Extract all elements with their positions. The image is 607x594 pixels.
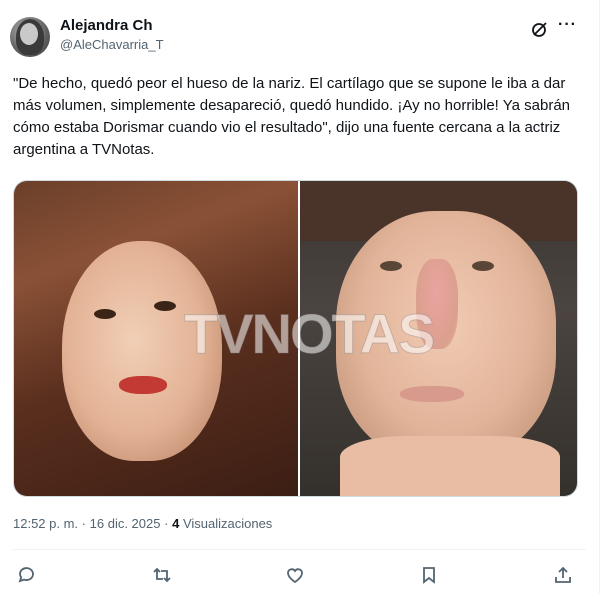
- tweet-time[interactable]: 12:52 p. m.: [13, 516, 78, 531]
- grok-icon[interactable]: [531, 20, 549, 43]
- tweet-text: "De hecho, quedó peor el hueso de la nar…: [13, 75, 570, 158]
- like-icon[interactable]: [285, 565, 305, 585]
- tweet-meta: 12:52 p. m. · 16 dic. 2025 · 4 Visualiza…: [13, 516, 272, 531]
- author-handle[interactable]: @AleChavarria_T: [60, 37, 164, 52]
- share-icon[interactable]: [553, 565, 573, 585]
- author-name[interactable]: Alejandra Ch: [60, 17, 153, 34]
- meta-separator: ·: [164, 516, 169, 531]
- avatar[interactable]: [10, 17, 50, 57]
- views-count: 4: [172, 516, 180, 531]
- tweet-media[interactable]: TVNOTAS: [13, 180, 578, 497]
- tweet-date[interactable]: 16 dic. 2025: [90, 516, 161, 531]
- more-options-icon[interactable]: ···: [558, 16, 577, 34]
- reply-icon[interactable]: [17, 565, 37, 585]
- lips: [119, 376, 167, 394]
- tweet-card: Alejandra Ch @AleChavarria_T ··· "De hec…: [0, 0, 600, 594]
- meta-separator: ·: [81, 516, 87, 531]
- lips: [400, 386, 464, 402]
- watermark: TVNOTAS: [184, 302, 436, 366]
- repost-icon[interactable]: [152, 565, 172, 585]
- bookmark-icon[interactable]: [419, 565, 439, 585]
- divider: [13, 549, 586, 550]
- views-label: Visualizaciones: [182, 516, 273, 531]
